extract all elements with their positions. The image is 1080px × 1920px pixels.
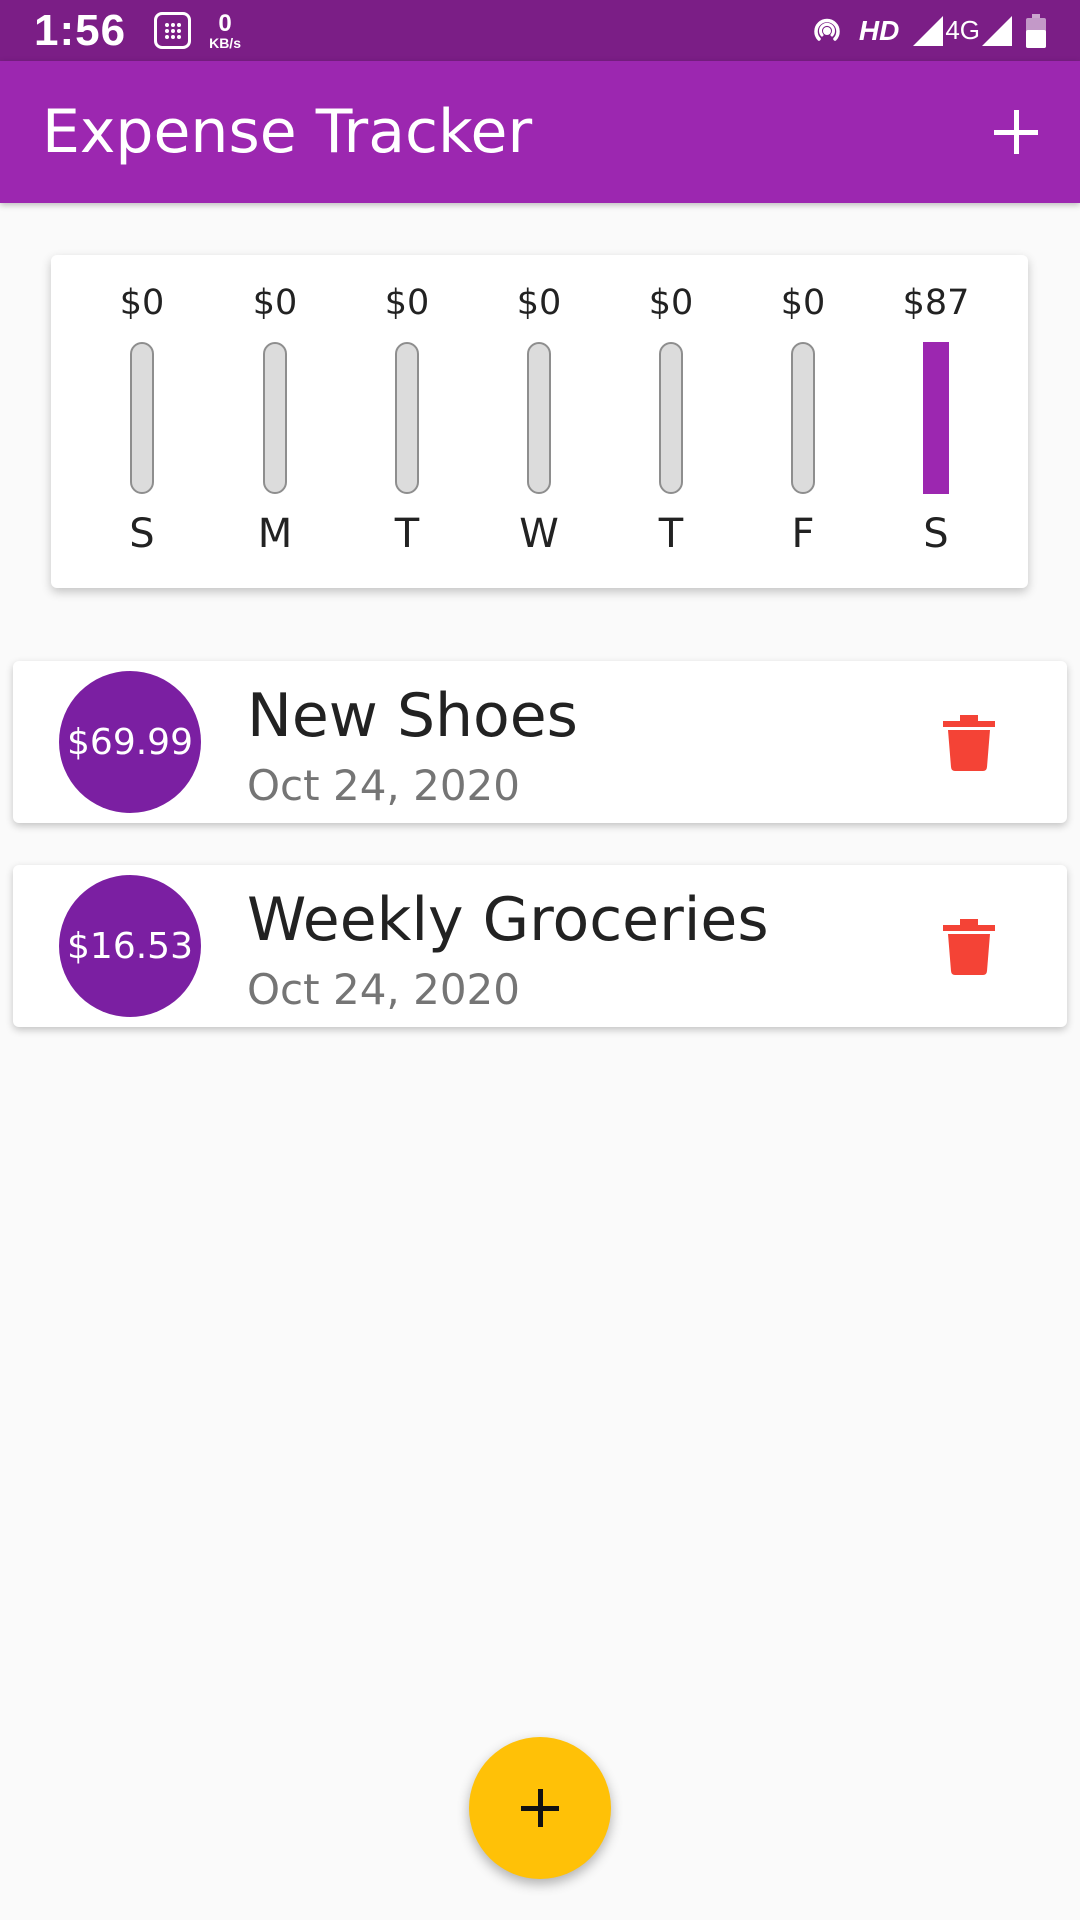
chart-day-label: S <box>129 511 155 557</box>
chart-bar-column: $0 T <box>611 255 731 588</box>
trash-icon[interactable] <box>943 715 995 771</box>
chart-bar-column: $0 W <box>479 255 599 588</box>
chart-bar-column: $0 S <box>82 255 202 588</box>
status-time: 1:56 <box>34 5 127 55</box>
chart-day-label: T <box>394 511 420 557</box>
amount-avatar: $69.99 <box>59 671 201 813</box>
chart-amount-label: $0 <box>516 283 562 323</box>
chart-bar <box>395 342 419 494</box>
signal-icon <box>982 15 1012 46</box>
weekly-chart-card: $0 S $0 M $0 T $0 W $0 T $0 F $87 S <box>51 255 1028 588</box>
chart-bar <box>130 342 154 494</box>
chart-day-label: M <box>257 511 293 557</box>
hotspot-icon <box>814 18 840 41</box>
network-speed: 0 KB/s <box>209 9 241 51</box>
chart-amount-label: $0 <box>384 283 430 323</box>
app-bar: Expense Tracker <box>0 61 1080 203</box>
chart-bar <box>659 342 683 494</box>
chart-bar <box>791 342 815 494</box>
chart-day-label: F <box>791 511 815 557</box>
amount-avatar: $16.53 <box>59 875 201 1017</box>
chart-day-label: T <box>658 511 684 557</box>
status-bar: 1:56 0 KB/s HD 4G <box>0 0 1080 61</box>
transaction-date: Oct 24, 2020 <box>247 761 520 810</box>
chart-bar-column: $0 T <box>347 255 467 588</box>
hd-label: HD <box>858 14 900 46</box>
transaction-title: New Shoes <box>247 681 578 751</box>
chart-amount-label: $87 <box>902 283 970 323</box>
chart-day-label: S <box>923 511 949 557</box>
chart-bar <box>923 342 949 494</box>
chart-bar-column: $0 M <box>215 255 335 588</box>
trash-icon[interactable] <box>943 919 995 975</box>
chart-amount-label: $0 <box>119 283 165 323</box>
battery-icon <box>1026 13 1046 48</box>
chart-bar-fill <box>923 342 949 494</box>
transaction-date: Oct 24, 2020 <box>247 965 520 1014</box>
chart-bar-column: $0 F <box>743 255 863 588</box>
calculator-icon <box>154 12 192 49</box>
signal-icon <box>913 15 944 46</box>
network-speed-value: 0 <box>218 9 232 37</box>
add-transaction-fab[interactable] <box>469 1737 611 1879</box>
chart-amount-label: $0 <box>780 283 826 323</box>
status-bar-right: HD 4G <box>795 13 1046 49</box>
chart-day-label: W <box>519 511 559 557</box>
transaction-item: $69.99 New Shoes Oct 24, 2020 <box>13 661 1067 823</box>
transaction-title: Weekly Groceries <box>247 885 769 955</box>
network-speed-unit: KB/s <box>209 34 241 51</box>
transaction-item: $16.53 Weekly Groceries Oct 24, 2020 <box>13 865 1067 1027</box>
chart-bar-column: $87 S <box>876 255 996 588</box>
page-title: Expense Tracker <box>42 97 533 167</box>
network-type-label: 4G <box>945 15 980 45</box>
chart-amount-label: $0 <box>252 283 298 323</box>
chart-bar <box>527 342 551 494</box>
plus-icon[interactable] <box>994 110 1038 154</box>
chart-bar <box>263 342 287 494</box>
chart-amount-label: $0 <box>648 283 694 323</box>
status-bar-left: 1:56 0 KB/s <box>34 6 241 56</box>
